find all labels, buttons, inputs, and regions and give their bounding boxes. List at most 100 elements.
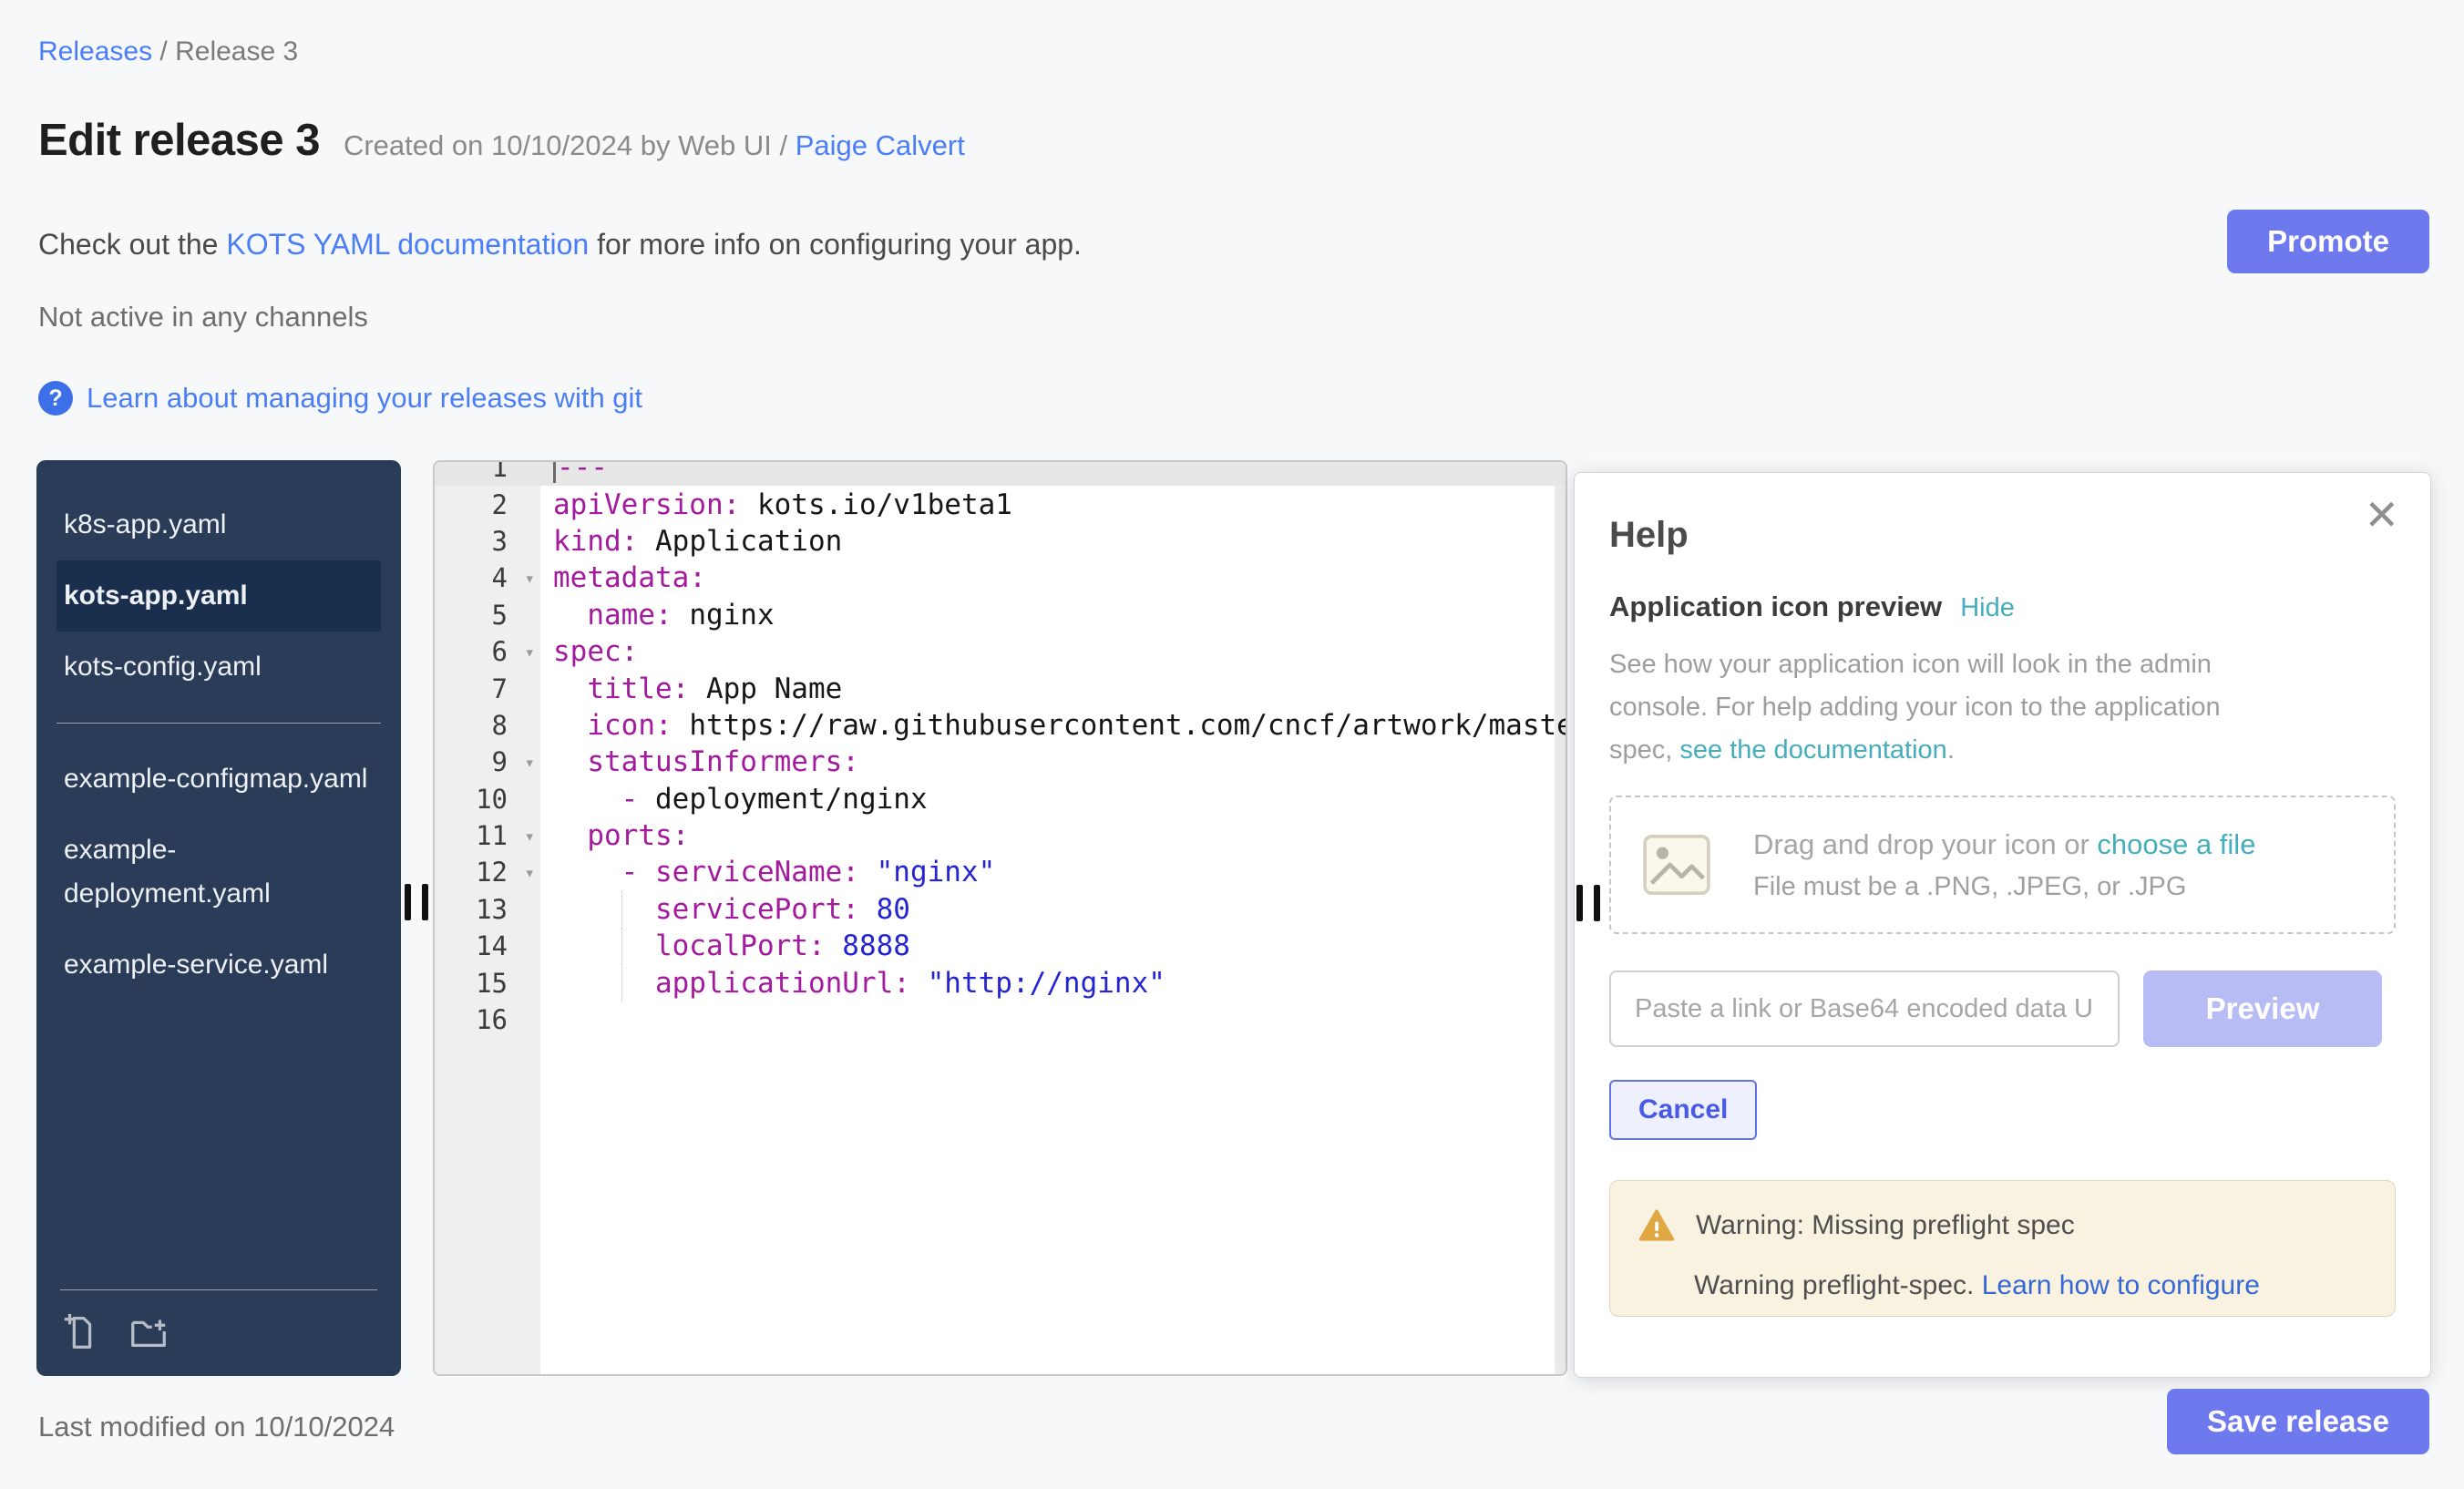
configure-preflight-link[interactable]: Learn how to configure	[1982, 1270, 2260, 1300]
code-text: localPort: 8888	[540, 928, 1566, 964]
fold-arrow-icon[interactable]: ▾	[525, 642, 535, 662]
code-line[interactable]: 8 icon: https://raw.githubusercontent.co…	[435, 707, 1566, 744]
doc-suffix: for more info on configuring your app.	[589, 228, 1082, 261]
code-line[interactable]: 5 name: nginx	[435, 597, 1566, 633]
question-icon: ?	[38, 381, 73, 416]
code-line[interactable]: 7 title: App Name	[435, 670, 1566, 706]
code-line[interactable]: 9▾ statusInformers:	[435, 744, 1566, 780]
line-number: 1	[435, 460, 540, 486]
author-link[interactable]: Paige Calvert	[796, 129, 965, 161]
icon-url-input[interactable]	[1609, 970, 2120, 1047]
line-number: 5	[435, 597, 540, 633]
help-panel: ✕ Help Application icon preview Hide See…	[1574, 472, 2431, 1378]
line-number: 9▾	[435, 744, 540, 780]
code-line[interactable]: 10 - deployment/nginx	[435, 781, 1566, 817]
preview-button[interactable]: Preview	[2143, 970, 2382, 1047]
sidebar-file[interactable]: kots-config.yaml	[56, 632, 381, 703]
hide-link[interactable]: Hide	[1960, 593, 2015, 623]
sidebar-divider	[56, 723, 381, 724]
page-title: Edit release 3	[38, 115, 320, 166]
code-text: metadata:	[540, 560, 1566, 596]
dropzone-label: Drag and drop your icon or	[1753, 828, 2097, 860]
code-text: name: nginx	[540, 597, 1566, 633]
sidebar-file[interactable]: example-service.yaml	[56, 929, 381, 1001]
line-number: 16	[435, 1001, 540, 1038]
code-line[interactable]: 16	[435, 1001, 1566, 1038]
code-line[interactable]: 6▾spec:	[435, 633, 1566, 670]
warning-icon	[1638, 1207, 1676, 1245]
git-releases-link[interactable]: Learn about managing your releases with …	[87, 382, 642, 415]
code-line[interactable]: 12▾ - serviceName: "nginx"	[435, 854, 1566, 890]
code-text: - serviceName: "nginx"	[540, 854, 1566, 890]
code-text	[540, 1001, 1566, 1038]
line-number: 7	[435, 670, 540, 706]
icon-preview-description: See how your application icon will look …	[1609, 643, 2284, 772]
cancel-button[interactable]: Cancel	[1609, 1080, 1757, 1140]
promote-button[interactable]: Promote	[2227, 210, 2429, 273]
help-title: Help	[1609, 515, 2396, 556]
fold-arrow-icon[interactable]: ▾	[525, 569, 535, 589]
breadcrumb: Releases / Release 3	[38, 36, 298, 67]
fold-arrow-icon[interactable]: ▾	[525, 863, 535, 883]
line-number: 8	[435, 707, 540, 744]
add-file-icon[interactable]	[60, 1310, 102, 1352]
code-line[interactable]: 2apiVersion: kots.io/v1beta1	[435, 486, 1566, 522]
sidebar-resize-handle[interactable]	[405, 884, 428, 920]
resize-bar	[422, 884, 428, 920]
image-placeholder-icon	[1637, 825, 1717, 905]
dropzone-text: Drag and drop your icon or choose a file…	[1753, 828, 2255, 902]
warning-box: Warning: Missing preflight spec Warning …	[1609, 1180, 2396, 1317]
code-text: kind: Application	[540, 523, 1566, 560]
created-text: Created on 10/10/2024 by Web UI /	[344, 129, 796, 161]
title-row: Edit release 3 Created on 10/10/2024 by W…	[38, 115, 965, 166]
help-resize-handle[interactable]	[1576, 885, 1600, 921]
code-text: spec:	[540, 633, 1566, 670]
code-line[interactable]: 11▾ ports:	[435, 817, 1566, 854]
kots-yaml-doc-link[interactable]: KOTS YAML documentation	[226, 228, 589, 261]
resize-bar	[1576, 885, 1583, 921]
sidebar-file[interactable]: kots-app.yaml	[56, 560, 381, 632]
release-editor-page: Releases / Release 3 Edit release 3 Creat…	[0, 0, 2464, 1489]
code-line[interactable]: 1---	[435, 460, 1566, 486]
breadcrumb-releases-link[interactable]: Releases	[38, 36, 152, 67]
line-number: 3	[435, 523, 540, 560]
warning-detail-text: Warning preflight-spec.	[1694, 1270, 1982, 1300]
add-folder-icon[interactable]	[128, 1310, 169, 1352]
breadcrumb-separator: /	[152, 36, 175, 67]
code-text: - deployment/nginx	[540, 781, 1566, 817]
line-number: 12▾	[435, 854, 540, 890]
doc-prefix: Check out the	[38, 228, 226, 261]
dropzone-hint: File must be a .PNG, .JPEG, or .JPG	[1753, 872, 2255, 902]
created-meta: Created on 10/10/2024 by Web UI / Paige …	[344, 129, 965, 161]
icon-preview-title: Application icon preview	[1609, 590, 1942, 623]
breadcrumb-current: Release 3	[175, 36, 298, 67]
close-icon[interactable]: ✕	[2358, 493, 2405, 537]
code-text: icon: https://raw.githubusercontent.com/…	[540, 707, 1566, 744]
fold-arrow-icon[interactable]: ▾	[525, 753, 535, 773]
code-line[interactable]: 3kind: Application	[435, 523, 1566, 560]
choose-file-link[interactable]: choose a file	[2097, 828, 2255, 860]
code-text: ports:	[540, 817, 1566, 854]
code-line[interactable]: 14 localPort: 8888	[435, 928, 1566, 964]
icon-preview-section: Application icon preview Hide	[1609, 590, 2396, 623]
text-cursor	[553, 460, 556, 483]
code-text: apiVersion: kots.io/v1beta1	[540, 486, 1566, 522]
yaml-editor[interactable]: 1---2apiVersion: kots.io/v1beta13kind: A…	[433, 460, 1567, 1376]
doc-line: Check out the KOTS YAML documentation fo…	[38, 228, 1082, 262]
line-number: 4▾	[435, 560, 540, 596]
icon-dropzone[interactable]: Drag and drop your icon or choose a file…	[1609, 796, 2396, 934]
code-line[interactable]: 13 servicePort: 80	[435, 891, 1566, 928]
last-modified: Last modified on 10/10/2024	[38, 1411, 395, 1443]
fold-arrow-icon[interactable]: ▾	[525, 827, 535, 847]
line-number: 10	[435, 781, 540, 817]
line-number: 2	[435, 486, 540, 522]
sidebar-file[interactable]: example-deployment.yaml	[56, 815, 381, 929]
sidebar-file[interactable]: k8s-app.yaml	[56, 489, 381, 560]
sidebar-file[interactable]: example-configmap.yaml	[56, 744, 381, 815]
code-line[interactable]: 15 applicationUrl: "http://nginx"	[435, 964, 1566, 1001]
save-release-button[interactable]: Save release	[2167, 1389, 2429, 1454]
line-number: 13	[435, 891, 540, 928]
see-documentation-link[interactable]: see the documentation	[1679, 735, 1946, 765]
code-line[interactable]: 4▾metadata:	[435, 560, 1566, 596]
warning-detail: Warning preflight-spec. Learn how to con…	[1694, 1270, 2367, 1301]
